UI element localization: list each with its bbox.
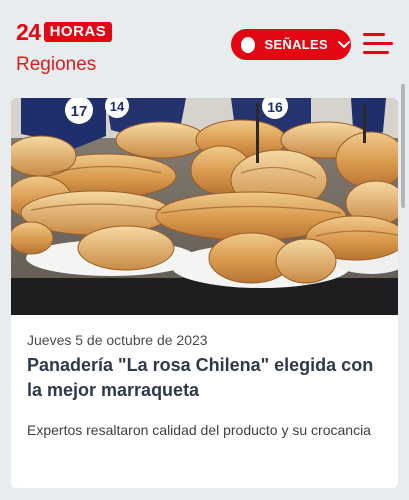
article-title[interactable]: Panadería "La rosa Chilena" elegida con … — [27, 353, 387, 403]
live-dot-icon — [241, 36, 256, 53]
site-header: 24 HORAS Regiones SEÑALES — [0, 0, 409, 84]
news-card[interactable]: 17 14 16 Jueves 5 de octubre de 2023 Pan… — [11, 98, 398, 488]
logo-word: HORAS — [43, 22, 113, 42]
chevron-down-icon — [337, 40, 351, 50]
photo-tag: 17 — [71, 103, 88, 120]
scrollbar[interactable] — [401, 84, 405, 208]
signals-label: SEÑALES — [264, 37, 328, 52]
site-logo[interactable]: 24 HORAS — [16, 19, 113, 45]
article-summary: Expertos resaltaron calidad del producto… — [27, 422, 371, 438]
hamburger-menu-icon[interactable] — [363, 33, 393, 55]
logo-number: 24 — [16, 19, 41, 45]
article-photo[interactable]: 17 14 16 — [11, 98, 398, 315]
article-date: Jueves 5 de octubre de 2023 — [27, 332, 208, 348]
photo-tag: 14 — [110, 99, 125, 114]
photo-tag: 16 — [267, 99, 283, 115]
section-title[interactable]: Regiones — [16, 54, 96, 76]
signals-button[interactable]: SEÑALES — [231, 29, 351, 60]
